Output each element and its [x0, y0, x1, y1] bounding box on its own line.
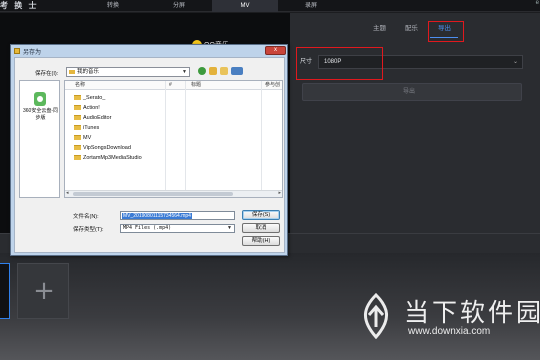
- list-item[interactable]: ZortamMp3MediaStudio: [65, 153, 215, 163]
- folder-icon: [74, 135, 81, 140]
- folder-nav-toolbar: [198, 67, 243, 75]
- column-title[interactable]: 标题: [191, 81, 201, 90]
- main-nav: 转换 分屏 MV 录屏: [80, 0, 344, 12]
- folder-icon: [74, 145, 81, 150]
- save-button[interactable]: 保存(S): [242, 210, 280, 220]
- column-name[interactable]: 名称: [75, 81, 85, 90]
- folder-icon: [14, 48, 20, 54]
- watermark-logo-icon: [364, 293, 388, 339]
- watermark-url: www.downxia.com: [408, 326, 491, 337]
- cloud-drive-icon[interactable]: [34, 92, 46, 106]
- list-item[interactable]: AudioEditor: [65, 113, 215, 123]
- top-bar: 考 换 士 转换 分屏 MV 录屏 e: [0, 0, 540, 12]
- chevron-down-icon: ⌄: [512, 59, 518, 65]
- filetype-select[interactable]: MP4 Files (.mp4) ▼: [120, 224, 235, 233]
- nav-tab-convert[interactable]: 转换: [80, 0, 146, 12]
- nav-tab-split-screen[interactable]: 分屏: [146, 0, 212, 12]
- place-label-cloud-drive[interactable]: 360安全云盘-同步版: [21, 108, 60, 121]
- export-tab-highlight: [428, 21, 464, 42]
- folder-name: AudioEditor: [83, 115, 112, 121]
- file-list-header: 名称 # 标题 参与创: [65, 81, 282, 90]
- view-menu-icon[interactable]: [231, 67, 243, 75]
- scrollbar-thumb[interactable]: [73, 192, 233, 196]
- dialog-body: 保存在(I): 我的音乐 ▼ 360安全云盘-同步版 名称 # 标题 参与创 _…: [14, 57, 285, 253]
- app-title: 考 换 士: [0, 1, 39, 10]
- column-contributing-artist[interactable]: 参与创: [265, 81, 280, 90]
- list-item[interactable]: iTunes: [65, 123, 215, 133]
- list-item[interactable]: MV: [65, 133, 215, 143]
- dialog-title: 另存为: [23, 50, 42, 56]
- export-panel: 主题 配乐 导出 尺寸 1080P ⌄ 导出: [290, 13, 540, 233]
- horizontal-scrollbar[interactable]: ◂ ▸: [65, 190, 282, 197]
- list-item[interactable]: VipSongsDownload: [65, 143, 215, 153]
- places-sidebar: 360安全云盘-同步版: [19, 80, 60, 198]
- window-corner-label: e: [535, 0, 539, 6]
- filename-label: 文件名(N):: [73, 214, 99, 220]
- list-item[interactable]: Action!: [65, 103, 215, 113]
- folder-icon: [74, 155, 81, 160]
- save-in-select[interactable]: 我的音乐 ▼: [66, 67, 190, 77]
- file-list: 名称 # 标题 参与创 _Serato_ Action! AudioEditor: [64, 80, 283, 198]
- chevron-down-icon: ▼: [227, 225, 232, 231]
- up-folder-icon[interactable]: [209, 67, 217, 75]
- help-button[interactable]: 帮助(H): [242, 236, 280, 246]
- list-item[interactable]: _Serato_: [65, 93, 215, 103]
- filetype-label: 保存类型(T):: [73, 227, 104, 233]
- nav-tab-mv[interactable]: MV: [212, 0, 278, 12]
- current-folder: 我的音乐: [77, 69, 100, 75]
- watermark-text: 当下软件园: [404, 298, 540, 327]
- folder-name: iTunes: [83, 125, 100, 131]
- column-number[interactable]: #: [169, 81, 172, 90]
- new-folder-icon[interactable]: [220, 67, 228, 75]
- size-highlight: [296, 47, 383, 80]
- export-button-label: 导出: [403, 89, 416, 95]
- save-in-label: 保存在(I):: [35, 71, 59, 77]
- scroll-right-icon[interactable]: ▸: [278, 189, 281, 197]
- plus-icon: +: [33, 276, 55, 306]
- chevron-down-icon: ▼: [182, 69, 187, 75]
- folder-icon: [74, 95, 81, 100]
- scroll-left-icon[interactable]: ◂: [66, 189, 69, 197]
- export-button[interactable]: 导出: [302, 83, 522, 101]
- folder-name: MV: [83, 135, 92, 141]
- folder-icon: [74, 125, 81, 130]
- filename-input[interactable]: MV_20190801115734564.mp4: [120, 211, 235, 220]
- cancel-button[interactable]: 取消: [242, 223, 280, 233]
- close-button[interactable]: x: [265, 46, 286, 55]
- filetype-value: MP4 Files (.mp4): [123, 225, 172, 231]
- tab-music[interactable]: 配乐: [405, 21, 418, 37]
- nav-tab-screen-record[interactable]: 录屏: [278, 0, 344, 12]
- folder-name: Action!: [83, 105, 100, 111]
- timeline-clip[interactable]: [0, 263, 10, 319]
- folder-icon: [74, 105, 81, 110]
- folder-icon: [69, 70, 75, 74]
- folder-name: ZortamMp3MediaStudio: [83, 155, 142, 161]
- save-as-dialog: 另存为 x 保存在(I): 我的音乐 ▼ 360安全云盘-同步版 名称 # 标题…: [10, 44, 288, 256]
- filename-value: MV_20190801115734564.mp4: [122, 213, 192, 219]
- add-clip-button[interactable]: +: [17, 263, 69, 319]
- folder-name: VipSongsDownload: [83, 145, 131, 151]
- panel-tabs: 主题 配乐 导出: [290, 21, 540, 37]
- folder-icon: [74, 115, 81, 120]
- folder-name: _Serato_: [83, 95, 106, 101]
- column-divider: [261, 81, 262, 197]
- back-icon[interactable]: [198, 67, 206, 75]
- tab-theme[interactable]: 主题: [373, 21, 386, 37]
